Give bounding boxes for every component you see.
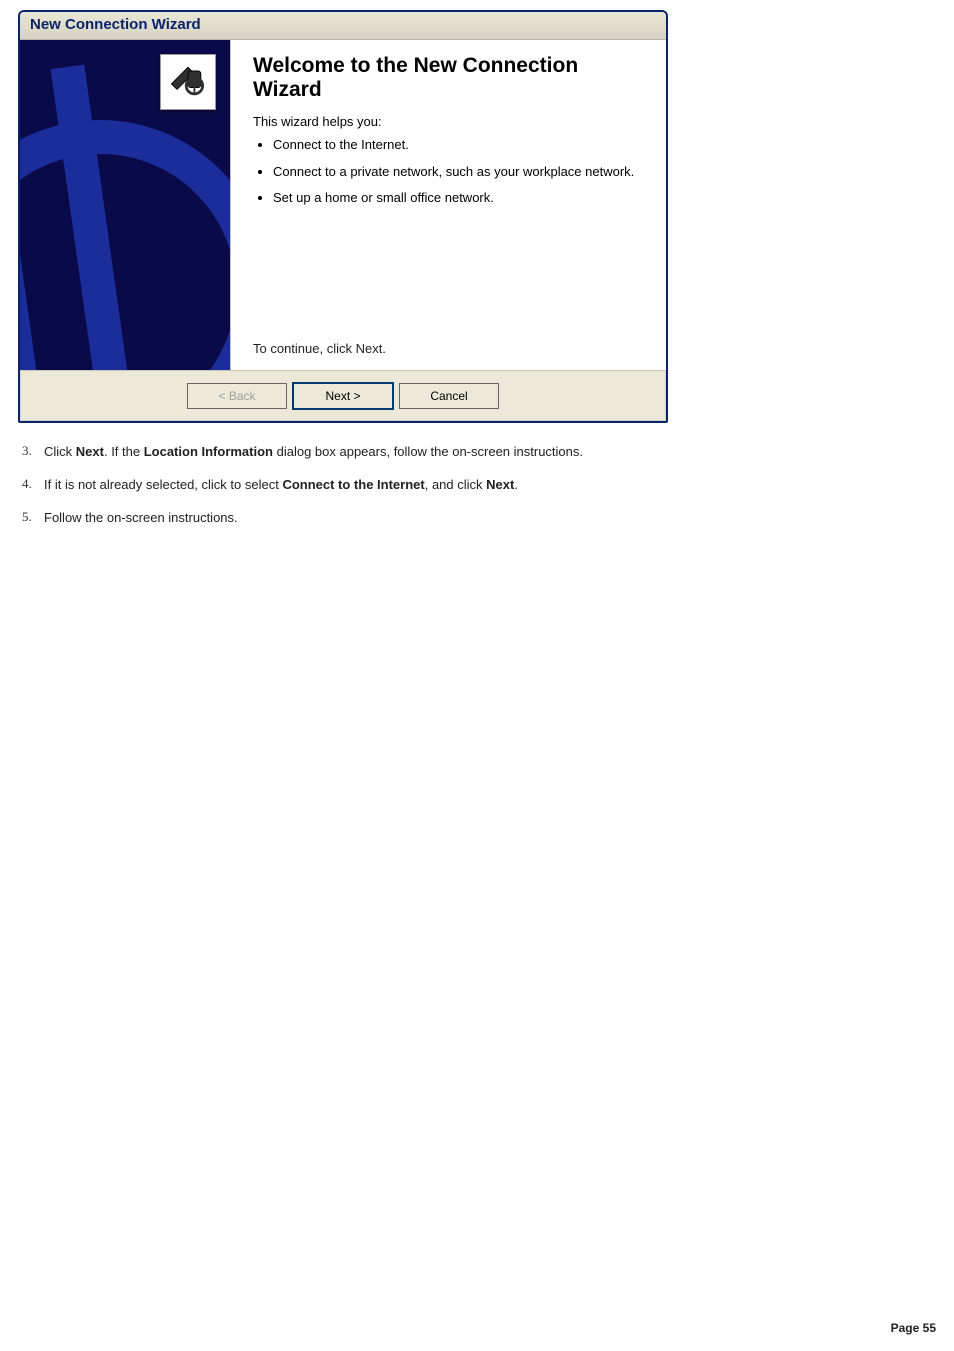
page-number: Page 55 <box>891 1321 936 1335</box>
instruction-item: 4. If it is not already selected, click … <box>22 476 944 495</box>
next-button[interactable]: Next > <box>293 383 393 409</box>
text-bold: Next <box>76 444 104 459</box>
text-bold: Next <box>486 477 514 492</box>
step-number: 5. <box>22 509 44 525</box>
wizard-continue-hint: To continue, click Next. <box>253 341 644 356</box>
text-run: dialog box appears, follow the on-screen… <box>273 444 583 459</box>
network-connection-icon <box>160 54 216 110</box>
instruction-steps: 3. Click Next. If the Location Informati… <box>22 443 944 528</box>
wizard-content: Welcome to the New Connection Wizard Thi… <box>230 40 666 370</box>
wizard-bullet-item: Connect to the Internet. <box>273 137 644 153</box>
wizard-title: New Connection Wizard <box>20 12 666 40</box>
wizard-sidebar <box>20 40 230 370</box>
wizard-bullet-list: Connect to the Internet. Connect to a pr… <box>253 137 644 206</box>
text-bold: Connect to the Internet <box>282 477 424 492</box>
wizard-heading: Welcome to the New Connection Wizard <box>253 54 644 102</box>
text-run: Click <box>44 444 76 459</box>
step-number: 3. <box>22 443 44 459</box>
step-number: 4. <box>22 476 44 492</box>
cancel-button[interactable]: Cancel <box>399 383 499 409</box>
instruction-item: 5. Follow the on-screen instructions. <box>22 509 944 528</box>
text-run: If it is not already selected, click to … <box>44 477 282 492</box>
wizard-dialog: New Connection Wizard Welcome to the New… <box>18 10 668 423</box>
step-text: Click Next. If the Location Information … <box>44 443 944 462</box>
text-run: Follow the on-screen instructions. <box>44 510 238 525</box>
instruction-item: 3. Click Next. If the Location Informati… <box>22 443 944 462</box>
text-run: . If the <box>104 444 144 459</box>
wizard-body: Welcome to the New Connection Wizard Thi… <box>20 40 666 370</box>
wizard-bullet-item: Set up a home or small office network. <box>273 190 644 206</box>
document-page: New Connection Wizard Welcome to the New… <box>0 0 954 1351</box>
text-run: . <box>514 477 518 492</box>
step-text: If it is not already selected, click to … <box>44 476 944 495</box>
step-text: Follow the on-screen instructions. <box>44 509 944 528</box>
wizard-bullet-item: Connect to a private network, such as yo… <box>273 164 644 180</box>
back-button: < Back <box>187 383 287 409</box>
text-run: , and click <box>425 477 486 492</box>
text-bold: Location Information <box>144 444 273 459</box>
wizard-intro-text: This wizard helps you: <box>253 114 644 129</box>
wizard-button-bar: < Back Next > Cancel <box>20 370 666 421</box>
